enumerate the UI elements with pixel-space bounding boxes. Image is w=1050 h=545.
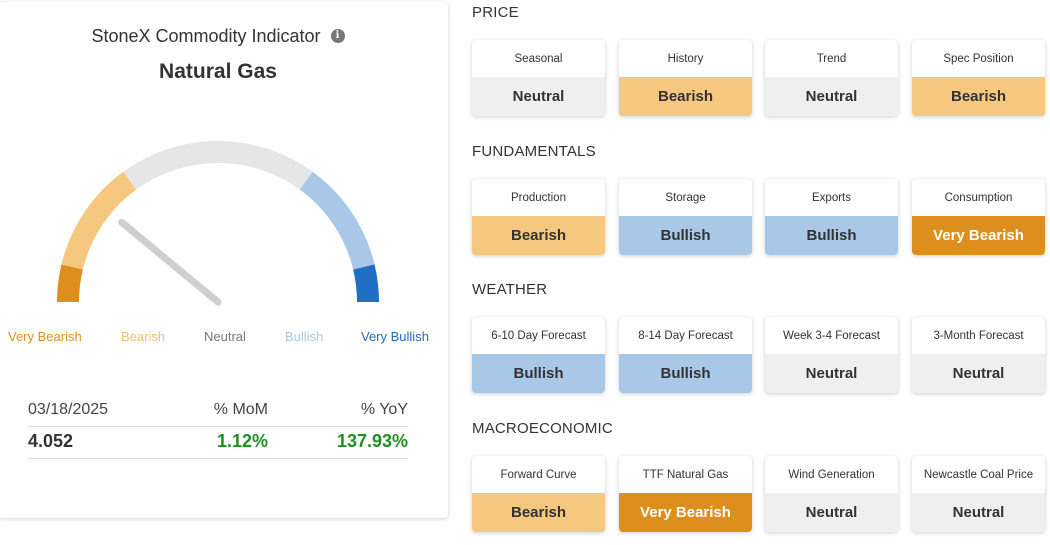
gauge-segment-bullish (299, 171, 375, 270)
tile-value: Neutral (765, 354, 898, 393)
tile-newcastle-coal-price[interactable]: Newcastle Coal Price Neutral (912, 456, 1045, 532)
section-title-macroeconomic: MACROECONOMIC (472, 420, 613, 437)
tile-spec-position[interactable]: Spec Position Bearish (912, 40, 1045, 116)
tile-6-10-day-forecast[interactable]: 6-10 Day Forecast Bullish (472, 317, 605, 393)
tile-value: Neutral (765, 493, 898, 532)
tile-label: Wind Generation (788, 468, 875, 481)
tile-trend[interactable]: Trend Neutral (765, 40, 898, 116)
tile-production[interactable]: Production Bearish (472, 179, 605, 255)
stats-divider (28, 458, 408, 459)
tile-consumption[interactable]: Consumption Very Bearish (912, 179, 1045, 255)
gauge-label-neutral: Neutral (204, 329, 246, 344)
tile-value: Bullish (765, 216, 898, 255)
stats-divider (28, 426, 408, 427)
stats-values: 4.052 1.12% 137.93% (28, 431, 408, 455)
tile-exports[interactable]: Exports Bullish (765, 179, 898, 255)
tile-label: Forward Curve (500, 468, 577, 481)
gauge-label-bullish: Bullish (285, 329, 324, 344)
stats-mom-value: 1.12% (216, 431, 268, 451)
tile-week-3-4-forecast[interactable]: Week 3-4 Forecast Neutral (765, 317, 898, 393)
tile-value: Very Bearish (619, 493, 752, 532)
tile-label: Week 3-4 Forecast (783, 329, 880, 342)
tile-value: Neutral (912, 493, 1045, 532)
tile-label: Spec Position (943, 52, 1014, 65)
gauge-segment-very-bullish (353, 264, 379, 303)
tile-8-14-day-forecast[interactable]: 8-14 Day Forecast Bullish (619, 317, 752, 393)
tile-value: Neutral (472, 77, 605, 116)
stats-header: 03/18/2025 % MoM % YoY (28, 401, 408, 423)
gauge-label-very-bearish: Very Bearish (8, 329, 82, 344)
stats-yoy-value: 137.93% (336, 431, 408, 451)
tile-label: Consumption (944, 191, 1013, 204)
tile-seasonal[interactable]: Seasonal Neutral (472, 40, 605, 116)
tile-value: Bearish (472, 493, 605, 532)
tile-history[interactable]: History Bearish (619, 40, 752, 116)
tile-label: 6-10 Day Forecast (491, 329, 586, 342)
tile-value: Bullish (619, 354, 752, 393)
tile-wind-generation[interactable]: Wind Generation Neutral (765, 456, 898, 532)
tile-value: Very Bearish (912, 216, 1045, 255)
tile-value: Bearish (472, 216, 605, 255)
tile-value: Bearish (619, 77, 752, 116)
tile-label: Seasonal (514, 52, 563, 65)
tile-value: Bearish (912, 77, 1045, 116)
stats-yoy-label: % YoY (360, 401, 408, 418)
gauge-segment-very-bearish (57, 264, 83, 303)
tile-label: Exports (812, 191, 851, 204)
gauge-label-bearish: Bearish (121, 329, 166, 344)
tile-label: 8-14 Day Forecast (638, 329, 733, 342)
stats-mom-label: % MoM (213, 401, 268, 418)
tile-label: Newcastle Coal Price (923, 468, 1034, 481)
tile-label: 3-Month Forecast (933, 329, 1024, 342)
sentiment-gauge (57, 141, 379, 306)
stats-date: 03/18/2025 (28, 401, 109, 418)
tile-ttf-natural-gas[interactable]: TTF Natural Gas Very Bearish (619, 456, 752, 532)
gauge-needle (118, 218, 222, 306)
section-title-fundamentals: FUNDAMENTALS (472, 143, 596, 160)
tile-label: Trend (816, 52, 847, 65)
indicator-card: StoneX Commodity Indicator i Natural Gas … (0, 2, 448, 518)
tile-value: Bullish (619, 216, 752, 255)
gauge-segment-neutral (123, 141, 313, 190)
tile-label: History (667, 52, 704, 65)
tile-storage[interactable]: Storage Bullish (619, 179, 752, 255)
tile-label: Production (511, 191, 566, 204)
tile-value: Neutral (765, 77, 898, 116)
tile-label: TTF Natural Gas (642, 468, 729, 481)
stats-price: 4.052 (28, 431, 74, 451)
tile-label: Storage (665, 191, 706, 204)
tile-3-month-forecast[interactable]: 3-Month Forecast Neutral (912, 317, 1045, 393)
tile-value: Bullish (472, 354, 605, 393)
gauge-labels: Very Bearish Bearish Neutral Bullish Ver… (0, 329, 448, 347)
gauge-label-very-bullish: Very Bullish (361, 329, 429, 344)
section-title-price: PRICE (472, 4, 519, 21)
gauge-arcs (57, 141, 379, 303)
section-title-weather: WEATHER (472, 281, 548, 298)
tile-value: Neutral (912, 354, 1045, 393)
tile-forward-curve[interactable]: Forward Curve Bearish (472, 456, 605, 532)
